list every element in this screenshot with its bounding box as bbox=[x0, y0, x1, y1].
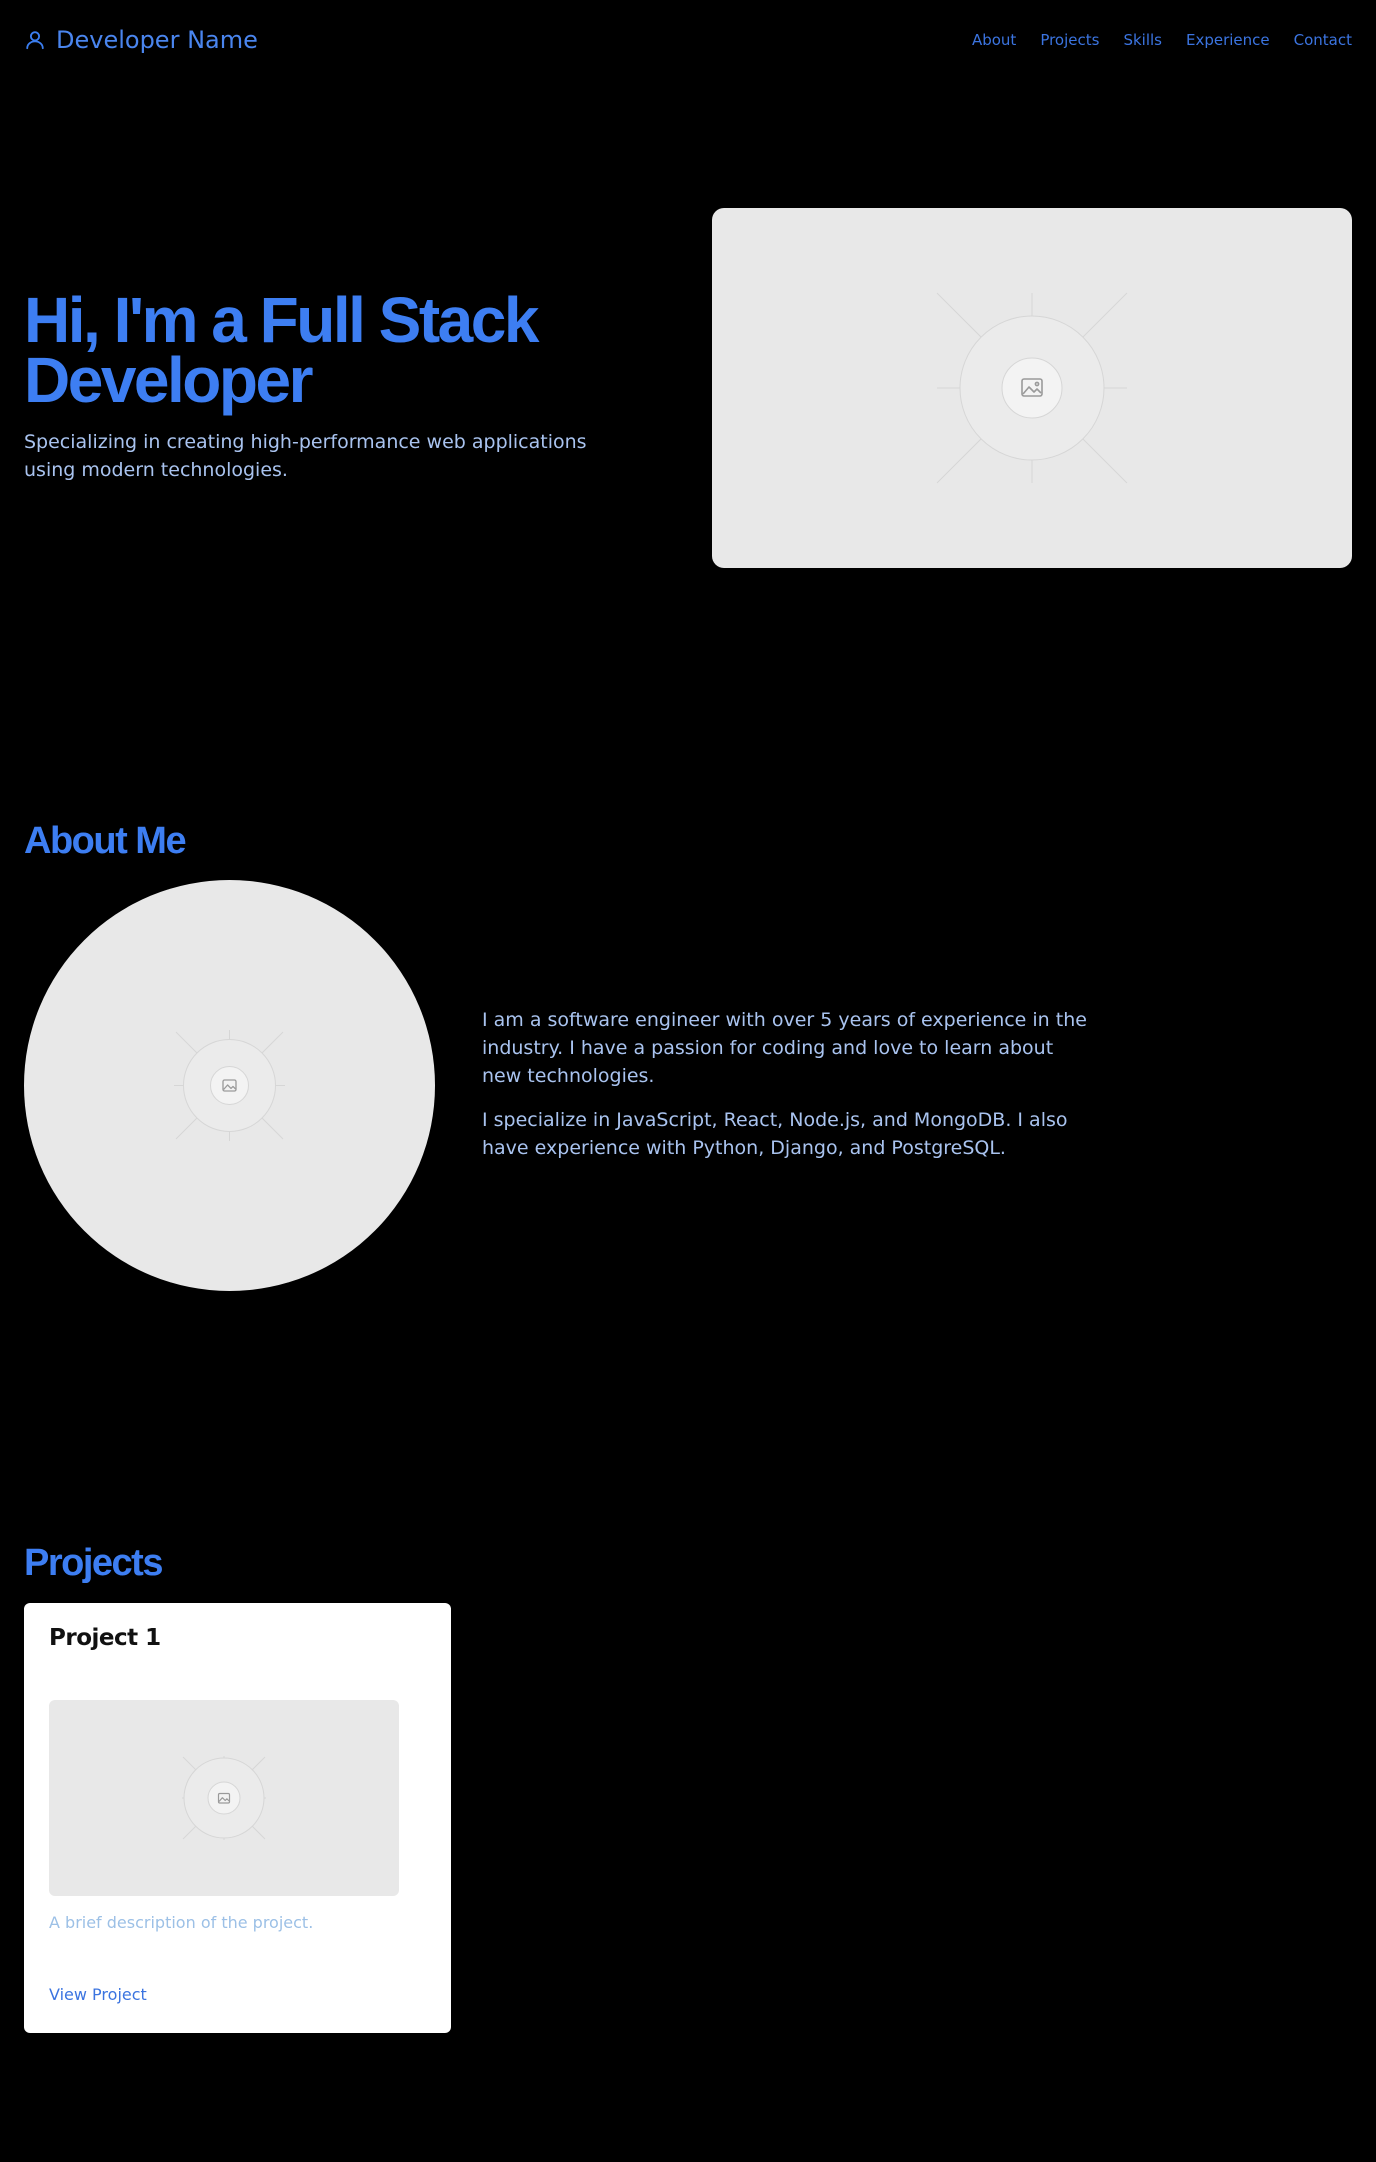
project-card: Project 1 A brief description of the pro… bbox=[24, 1603, 451, 2033]
nav-link-experience[interactable]: Experience bbox=[1186, 31, 1270, 49]
nav-link-projects[interactable]: Projects bbox=[1040, 31, 1099, 49]
project-image-placeholder bbox=[49, 1700, 399, 1896]
view-project-link[interactable]: View Project bbox=[49, 1985, 147, 2004]
projects-title: Projects bbox=[24, 1542, 163, 1584]
main-nav: About Projects Skills Experience Contact bbox=[972, 31, 1352, 49]
user-icon bbox=[24, 29, 46, 51]
nav-link-about[interactable]: About bbox=[972, 31, 1016, 49]
image-placeholder-icon bbox=[182, 1756, 266, 1840]
site-header: Developer Name About Projects Skills Exp… bbox=[24, 18, 1352, 62]
page: Developer Name About Projects Skills Exp… bbox=[0, 0, 1376, 2162]
about-text: I am a software engineer with over 5 yea… bbox=[482, 1006, 1092, 1178]
project-description: A brief description of the project. bbox=[49, 1913, 314, 1932]
brand[interactable]: Developer Name bbox=[24, 26, 258, 54]
about-title: About Me bbox=[24, 820, 187, 862]
brand-name: Developer Name bbox=[56, 26, 258, 54]
image-placeholder-icon bbox=[174, 1030, 285, 1141]
about-avatar-placeholder bbox=[24, 880, 435, 1291]
nav-link-contact[interactable]: Contact bbox=[1294, 31, 1352, 49]
hero-subtitle: Specializing in creating high-performanc… bbox=[24, 431, 587, 481]
hero-title: Hi, I'm a Full Stack Developer bbox=[24, 284, 539, 416]
image-placeholder-icon bbox=[936, 292, 1128, 484]
hero-image-placeholder bbox=[712, 208, 1352, 568]
about-paragraph: I specialize in JavaScript, React, Node.… bbox=[482, 1109, 1068, 1159]
about-paragraph: I am a software engineer with over 5 yea… bbox=[482, 1009, 1087, 1087]
nav-link-skills[interactable]: Skills bbox=[1123, 31, 1162, 49]
project-name: Project 1 bbox=[49, 1625, 161, 1651]
